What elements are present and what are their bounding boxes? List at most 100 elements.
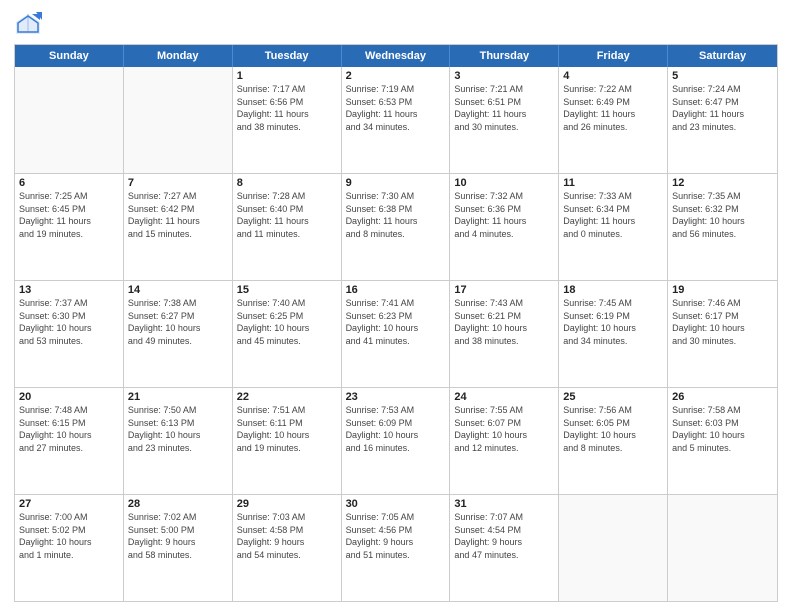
cell-line: and 4 minutes.	[454, 228, 554, 241]
cell-line: Daylight: 10 hours	[563, 429, 663, 442]
cell-line: Sunrise: 7:00 AM	[19, 511, 119, 524]
cell-line: Sunrise: 7:03 AM	[237, 511, 337, 524]
day-number: 25	[563, 391, 663, 403]
day-number: 4	[563, 70, 663, 82]
cell-line: Daylight: 11 hours	[19, 215, 119, 228]
day-number: 3	[454, 70, 554, 82]
cell-line: Sunrise: 7:02 AM	[128, 511, 228, 524]
cell-line: and 26 minutes.	[563, 121, 663, 134]
calendar-cell: 22Sunrise: 7:51 AMSunset: 6:11 PMDayligh…	[233, 388, 342, 494]
day-number: 20	[19, 391, 119, 403]
cell-line: and 41 minutes.	[346, 335, 446, 348]
cell-line: and 47 minutes.	[454, 549, 554, 562]
cell-line: and 23 minutes.	[128, 442, 228, 455]
cell-line: Daylight: 11 hours	[237, 108, 337, 121]
cell-line: Sunrise: 7:28 AM	[237, 190, 337, 203]
cell-line: Daylight: 10 hours	[128, 322, 228, 335]
cell-line: Daylight: 11 hours	[563, 108, 663, 121]
cell-line: Sunset: 6:51 PM	[454, 96, 554, 109]
cell-line: Sunrise: 7:56 AM	[563, 404, 663, 417]
cell-line: Sunset: 6:27 PM	[128, 310, 228, 323]
page: SundayMondayTuesdayWednesdayThursdayFrid…	[0, 0, 792, 612]
day-number: 27	[19, 498, 119, 510]
cell-line: Daylight: 10 hours	[563, 322, 663, 335]
cell-line: and 56 minutes.	[672, 228, 773, 241]
cell-line: Daylight: 10 hours	[672, 215, 773, 228]
day-number: 15	[237, 284, 337, 296]
cell-line: Sunrise: 7:40 AM	[237, 297, 337, 310]
cell-line: Daylight: 11 hours	[237, 215, 337, 228]
weekday-header-wednesday: Wednesday	[342, 45, 451, 67]
cell-line: Sunset: 6:45 PM	[19, 203, 119, 216]
calendar-cell: 2Sunrise: 7:19 AMSunset: 6:53 PMDaylight…	[342, 67, 451, 173]
cell-line: Sunset: 6:32 PM	[672, 203, 773, 216]
calendar-row-2: 13Sunrise: 7:37 AMSunset: 6:30 PMDayligh…	[15, 280, 777, 387]
cell-line: Sunrise: 7:21 AM	[454, 83, 554, 96]
cell-line: Daylight: 9 hours	[237, 536, 337, 549]
cell-line: Daylight: 10 hours	[672, 322, 773, 335]
calendar: SundayMondayTuesdayWednesdayThursdayFrid…	[14, 44, 778, 602]
day-number: 13	[19, 284, 119, 296]
cell-line: Sunrise: 7:45 AM	[563, 297, 663, 310]
calendar-cell: 31Sunrise: 7:07 AMSunset: 4:54 PMDayligh…	[450, 495, 559, 601]
cell-line: and 45 minutes.	[237, 335, 337, 348]
cell-line: Sunset: 4:56 PM	[346, 524, 446, 537]
cell-line: Sunset: 6:34 PM	[563, 203, 663, 216]
cell-line: Daylight: 10 hours	[19, 322, 119, 335]
calendar-cell: 23Sunrise: 7:53 AMSunset: 6:09 PMDayligh…	[342, 388, 451, 494]
cell-line: Sunset: 6:23 PM	[346, 310, 446, 323]
cell-line: Daylight: 10 hours	[237, 429, 337, 442]
cell-line: Sunrise: 7:37 AM	[19, 297, 119, 310]
cell-line: Sunrise: 7:25 AM	[19, 190, 119, 203]
cell-line: and 19 minutes.	[19, 228, 119, 241]
weekday-header-friday: Friday	[559, 45, 668, 67]
calendar-cell: 19Sunrise: 7:46 AMSunset: 6:17 PMDayligh…	[668, 281, 777, 387]
cell-line: Sunset: 6:53 PM	[346, 96, 446, 109]
calendar-cell: 10Sunrise: 7:32 AMSunset: 6:36 PMDayligh…	[450, 174, 559, 280]
weekday-header-sunday: Sunday	[15, 45, 124, 67]
cell-line: Sunset: 6:15 PM	[19, 417, 119, 430]
day-number: 31	[454, 498, 554, 510]
calendar-cell: 12Sunrise: 7:35 AMSunset: 6:32 PMDayligh…	[668, 174, 777, 280]
cell-line: Sunrise: 7:24 AM	[672, 83, 773, 96]
cell-line: Sunrise: 7:27 AM	[128, 190, 228, 203]
weekday-header-tuesday: Tuesday	[233, 45, 342, 67]
cell-line: Daylight: 9 hours	[128, 536, 228, 549]
cell-line: Sunrise: 7:58 AM	[672, 404, 773, 417]
cell-line: Sunrise: 7:38 AM	[128, 297, 228, 310]
cell-line: and 8 minutes.	[563, 442, 663, 455]
calendar-cell	[559, 495, 668, 601]
cell-line: Sunset: 6:13 PM	[128, 417, 228, 430]
calendar-row-3: 20Sunrise: 7:48 AMSunset: 6:15 PMDayligh…	[15, 387, 777, 494]
calendar-cell: 29Sunrise: 7:03 AMSunset: 4:58 PMDayligh…	[233, 495, 342, 601]
cell-line: Daylight: 10 hours	[454, 322, 554, 335]
day-number: 10	[454, 177, 554, 189]
cell-line: Sunrise: 7:50 AM	[128, 404, 228, 417]
cell-line: and 0 minutes.	[563, 228, 663, 241]
calendar-row-1: 6Sunrise: 7:25 AMSunset: 6:45 PMDaylight…	[15, 173, 777, 280]
cell-line: Sunset: 6:25 PM	[237, 310, 337, 323]
calendar-header: SundayMondayTuesdayWednesdayThursdayFrid…	[15, 45, 777, 67]
cell-line: Sunset: 6:19 PM	[563, 310, 663, 323]
cell-line: Sunrise: 7:30 AM	[346, 190, 446, 203]
cell-line: Sunset: 4:54 PM	[454, 524, 554, 537]
cell-line: Daylight: 10 hours	[346, 429, 446, 442]
day-number: 16	[346, 284, 446, 296]
cell-line: Daylight: 9 hours	[454, 536, 554, 549]
calendar-cell: 4Sunrise: 7:22 AMSunset: 6:49 PMDaylight…	[559, 67, 668, 173]
day-number: 21	[128, 391, 228, 403]
cell-line: Sunset: 6:36 PM	[454, 203, 554, 216]
cell-line: Sunset: 6:17 PM	[672, 310, 773, 323]
cell-line: and 19 minutes.	[237, 442, 337, 455]
calendar-cell	[124, 67, 233, 173]
cell-line: Sunset: 6:47 PM	[672, 96, 773, 109]
calendar-cell: 21Sunrise: 7:50 AMSunset: 6:13 PMDayligh…	[124, 388, 233, 494]
cell-line: Daylight: 11 hours	[346, 215, 446, 228]
day-number: 22	[237, 391, 337, 403]
cell-line: Sunrise: 7:43 AM	[454, 297, 554, 310]
calendar-cell: 3Sunrise: 7:21 AMSunset: 6:51 PMDaylight…	[450, 67, 559, 173]
cell-line: and 38 minutes.	[454, 335, 554, 348]
day-number: 18	[563, 284, 663, 296]
cell-line: Daylight: 10 hours	[128, 429, 228, 442]
cell-line: Daylight: 11 hours	[454, 108, 554, 121]
